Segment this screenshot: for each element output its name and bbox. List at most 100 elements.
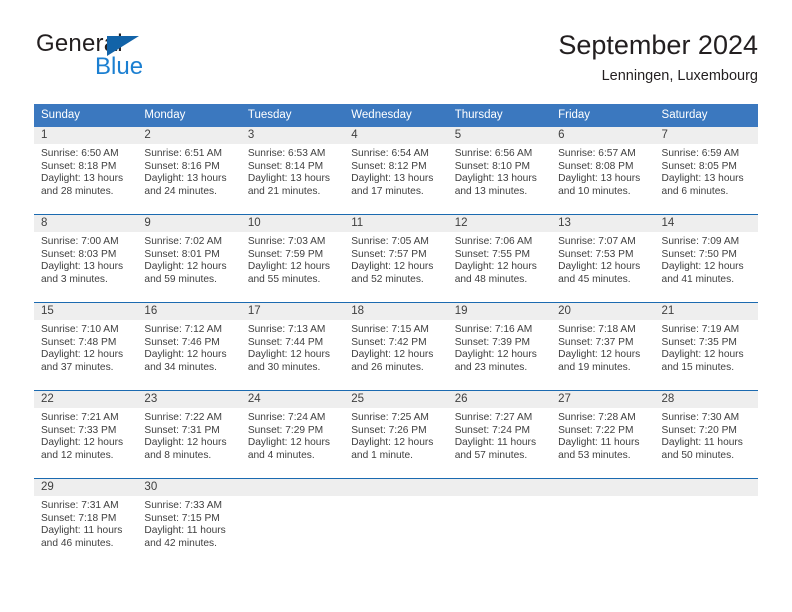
weekday-header-friday: Friday: [551, 104, 655, 127]
day-cell-content: 25 Sunrise: 7:25 AM Sunset: 7:26 PM Dayligh…: [344, 391, 448, 478]
calendar-day-cell[interactable]: 13 Sunrise: 7:07 AM Sunset: 7:53 PM Dayligh…: [551, 214, 655, 303]
calendar-day-cell[interactable]: 28 Sunrise: 7:30 AM Sunset: 7:20 PM Dayligh…: [654, 390, 758, 479]
calendar-day-cell[interactable]: 3 Sunrise: 6:53 AM Sunset: 8:14 PM Daylight…: [240, 127, 345, 215]
day-cell-content: 29 Sunrise: 7:31 AM Sunset: 7:18 PM Dayligh…: [34, 479, 138, 566]
calendar-day-cell[interactable]: 25 Sunrise: 7:25 AM Sunset: 7:26 PM Dayligh…: [344, 390, 448, 479]
sunset-text: Sunset: 7:42 PM: [351, 336, 427, 348]
day-number: 13: [551, 215, 655, 232]
day-details: Sunrise: 7:09 AM Sunset: 7:50 PM Daylight:…: [655, 232, 758, 286]
day-number: 24: [240, 391, 345, 408]
calendar-day-cell[interactable]: 5 Sunrise: 6:56 AM Sunset: 8:10 PM Daylight…: [447, 127, 552, 215]
day-cell-content: 19 Sunrise: 7:16 AM Sunset: 7:39 PM Dayligh…: [447, 303, 552, 390]
calendar-day-cell[interactable]: 11 Sunrise: 7:05 AM Sunset: 7:57 PM Dayligh…: [344, 214, 448, 303]
weekday-header-saturday: Saturday: [654, 104, 758, 127]
day-number: 16: [137, 303, 241, 320]
calendar-day-cell[interactable]: 19 Sunrise: 7:16 AM Sunset: 7:39 PM Dayligh…: [447, 302, 552, 391]
calendar-day-cell[interactable]: 18 Sunrise: 7:15 AM Sunset: 7:42 PM Dayligh…: [344, 302, 448, 391]
day-number: 1: [34, 127, 138, 144]
day-number: 30: [137, 479, 241, 496]
daylight-text-line2: and 26 minutes.: [351, 361, 424, 373]
daylight-text-line2: and 59 minutes.: [144, 273, 217, 285]
calendar-day-cell[interactable]: 24 Sunrise: 7:24 AM Sunset: 7:29 PM Dayligh…: [240, 390, 345, 479]
day-number: 3: [240, 127, 345, 144]
day-number: 26: [447, 391, 552, 408]
day-number: [240, 479, 345, 496]
sunrise-text: Sunrise: 6:53 AM: [247, 148, 326, 159]
day-details: Sunrise: 7:27 AM Sunset: 7:24 PM Daylight:…: [448, 408, 551, 462]
day-details: Sunrise: 7:24 AM Sunset: 7:29 PM Daylight:…: [241, 408, 344, 462]
sunrise-text: Sunrise: 7:27 AM: [454, 412, 533, 423]
day-cell-content: [654, 479, 758, 566]
daylight-text-line2: and 48 minutes.: [454, 273, 528, 285]
calendar-day-cell[interactable]: 9 Sunrise: 7:02 AM Sunset: 8:01 PM Daylight…: [137, 214, 241, 303]
calendar-day-cell[interactable]: 12 Sunrise: 7:06 AM Sunset: 7:55 PM Dayligh…: [447, 214, 552, 303]
day-number: 19: [447, 303, 552, 320]
calendar-day-cell[interactable]: 4 Sunrise: 6:54 AM Sunset: 8:12 PM Daylight…: [344, 127, 448, 215]
daylight-text-line1: Daylight: 13 hours: [351, 173, 434, 185]
day-number: 27: [551, 391, 655, 408]
day-number: 10: [240, 215, 345, 232]
calendar-day-cell[interactable]: 10 Sunrise: 7:03 AM Sunset: 7:59 PM Dayligh…: [240, 214, 345, 303]
calendar-day-cell[interactable]: 30 Sunrise: 7:33 AM Sunset: 7:15 PM Dayligh…: [137, 478, 241, 566]
sunset-text: Sunset: 7:46 PM: [144, 336, 220, 348]
daylight-text-line1: Daylight: 13 hours: [247, 173, 330, 185]
daylight-text-line2: and 52 minutes.: [351, 273, 424, 285]
calendar-day-cell[interactable]: 1 Sunrise: 6:50 AM Sunset: 8:18 PM Daylight…: [34, 127, 138, 215]
day-cell-content: 24 Sunrise: 7:24 AM Sunset: 7:29 PM Dayligh…: [240, 391, 345, 478]
daylight-text-line2: and 24 minutes.: [144, 185, 217, 197]
sunrise-text: Sunrise: 7:28 AM: [558, 412, 636, 423]
calendar-day-cell[interactable]: 20 Sunrise: 7:18 AM Sunset: 7:37 PM Dayligh…: [551, 302, 655, 391]
day-details: Sunrise: 7:05 AM Sunset: 7:57 PM Daylight:…: [344, 232, 447, 286]
sunrise-text: Sunrise: 7:03 AM: [247, 236, 326, 247]
sunrise-text: Sunrise: 7:06 AM: [454, 236, 533, 247]
page-subtitle: Lenningen, Luxembourg: [601, 68, 758, 84]
day-details: Sunrise: 7:16 AM Sunset: 7:39 PM Daylight:…: [448, 320, 551, 374]
sunrise-text: Sunrise: 7:18 AM: [558, 324, 636, 335]
calendar-day-cell[interactable]: 21 Sunrise: 7:19 AM Sunset: 7:35 PM Dayligh…: [654, 302, 758, 391]
sunrise-text: Sunrise: 7:13 AM: [247, 324, 326, 335]
daylight-text-line2: and 3 minutes.: [41, 273, 108, 285]
day-cell-content: 4 Sunrise: 6:54 AM Sunset: 8:12 PM Daylight…: [344, 127, 448, 214]
sunset-text: Sunset: 7:35 PM: [661, 336, 737, 348]
day-number: 9: [137, 215, 241, 232]
weekday-header-monday: Monday: [137, 104, 241, 127]
calendar-day-cell[interactable]: 16 Sunrise: 7:12 AM Sunset: 7:46 PM Dayligh…: [137, 302, 241, 391]
calendar-day-cell[interactable]: 23 Sunrise: 7:22 AM Sunset: 7:31 PM Dayligh…: [137, 390, 241, 479]
day-cell-content: 12 Sunrise: 7:06 AM Sunset: 7:55 PM Dayligh…: [447, 215, 552, 302]
calendar-day-cell[interactable]: 14 Sunrise: 7:09 AM Sunset: 7:50 PM Dayligh…: [654, 214, 758, 303]
calendar-day-cell[interactable]: 27 Sunrise: 7:28 AM Sunset: 7:22 PM Dayligh…: [551, 390, 655, 479]
daylight-text-line1: Daylight: 12 hours: [41, 437, 124, 449]
general-blue-logo[interactable]: General Blue: [34, 28, 274, 86]
calendar-day-cell[interactable]: 2 Sunrise: 6:51 AM Sunset: 8:16 PM Daylight…: [137, 127, 241, 215]
day-cell-content: 1 Sunrise: 6:50 AM Sunset: 8:18 PM Daylight…: [34, 127, 138, 214]
calendar-day-cell[interactable]: 26 Sunrise: 7:27 AM Sunset: 7:24 PM Dayligh…: [447, 390, 552, 479]
day-details: Sunrise: 6:50 AM Sunset: 8:18 PM Daylight:…: [34, 144, 137, 198]
sunset-text: Sunset: 8:05 PM: [661, 160, 737, 172]
calendar-day-cell[interactable]: 7 Sunrise: 6:59 AM Sunset: 8:05 PM Daylight…: [654, 127, 758, 215]
daylight-text-line1: Daylight: 13 hours: [41, 261, 124, 273]
daylight-text-line2: and 28 minutes.: [41, 185, 114, 197]
day-number: 25: [344, 391, 448, 408]
calendar-day-cell[interactable]: 15 Sunrise: 7:10 AM Sunset: 7:48 PM Dayligh…: [34, 302, 138, 391]
day-cell-content: 14 Sunrise: 7:09 AM Sunset: 7:50 PM Dayligh…: [654, 215, 758, 302]
calendar-day-cell[interactable]: 22 Sunrise: 7:21 AM Sunset: 7:33 PM Dayligh…: [34, 390, 138, 479]
daylight-text-line2: and 46 minutes.: [41, 537, 114, 549]
day-cell-content: 22 Sunrise: 7:21 AM Sunset: 7:33 PM Dayligh…: [34, 391, 138, 478]
day-number: 22: [34, 391, 138, 408]
day-cell-content: 23 Sunrise: 7:22 AM Sunset: 7:31 PM Dayligh…: [137, 391, 241, 478]
calendar-day-cell[interactable]: 17 Sunrise: 7:13 AM Sunset: 7:44 PM Dayligh…: [240, 302, 345, 391]
day-number: 2: [137, 127, 241, 144]
sunset-text: Sunset: 7:55 PM: [454, 248, 531, 260]
day-cell-content: 20 Sunrise: 7:18 AM Sunset: 7:37 PM Dayligh…: [551, 303, 655, 390]
calendar-day-cell[interactable]: 6 Sunrise: 6:57 AM Sunset: 8:08 PM Daylight…: [551, 127, 655, 215]
calendar-day-cell[interactable]: 8 Sunrise: 7:00 AM Sunset: 8:03 PM Daylight…: [34, 214, 138, 303]
calendar-day-cell[interactable]: 29 Sunrise: 7:31 AM Sunset: 7:18 PM Dayligh…: [34, 478, 138, 566]
sunrise-text: Sunrise: 7:24 AM: [247, 412, 326, 423]
daylight-text-line2: and 34 minutes.: [144, 361, 217, 373]
sunset-text: Sunset: 7:59 PM: [247, 248, 324, 260]
daylight-text-line1: Daylight: 12 hours: [454, 261, 537, 273]
sunset-text: Sunset: 7:31 PM: [144, 424, 220, 436]
day-number: 6: [551, 127, 655, 144]
day-number: 5: [447, 127, 552, 144]
day-details: Sunrise: 6:53 AM Sunset: 8:14 PM Daylight:…: [241, 144, 344, 198]
